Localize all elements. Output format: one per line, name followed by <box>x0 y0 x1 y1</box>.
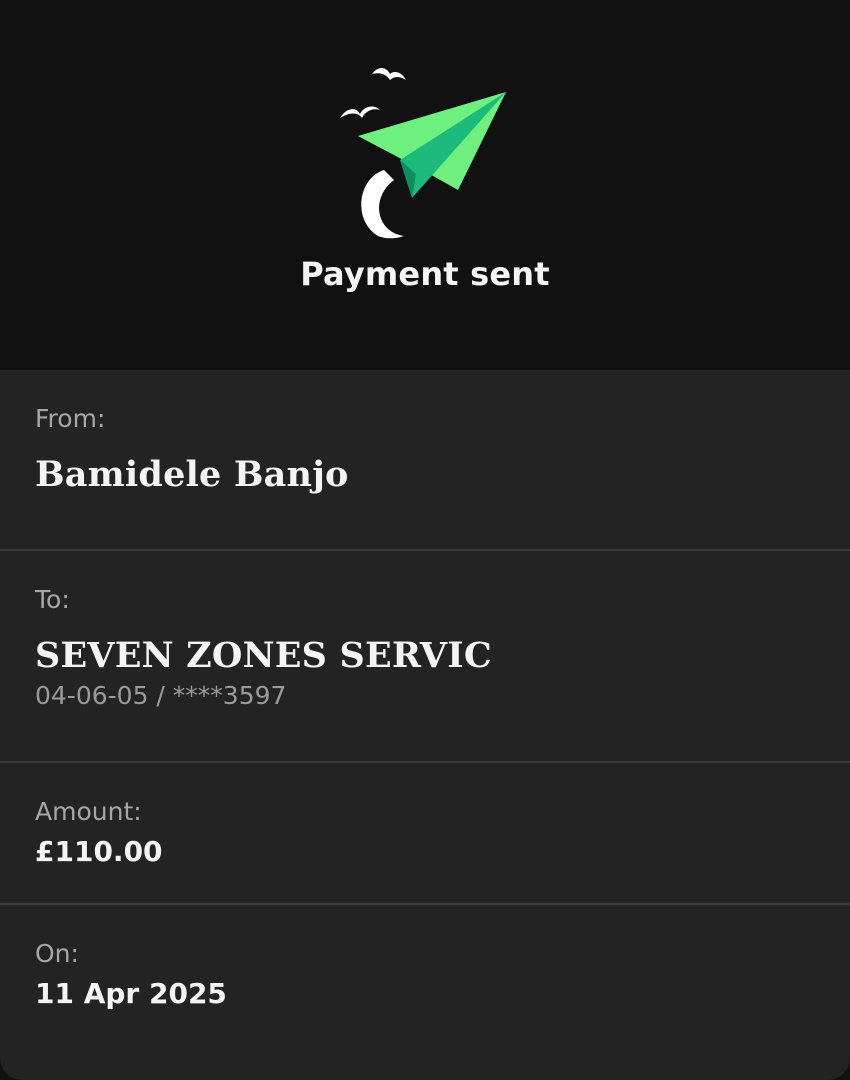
sender-name: Bamidele Banjo <box>35 454 349 495</box>
payment-header: Payment sent <box>0 0 850 370</box>
recipient-name: SEVEN ZONES SERVIC <box>35 635 492 676</box>
date-section: On: 11 Apr 2025 <box>0 905 850 1080</box>
amount-value: £110.00 <box>35 835 163 868</box>
to-section: To: SEVEN ZONES SERVIC 04-06-05 / ****35… <box>0 551 850 763</box>
from-label: From: <box>35 404 106 433</box>
to-label: To: <box>35 585 70 614</box>
paper-plane-icon <box>340 68 506 239</box>
amount-label: Amount: <box>35 797 142 826</box>
recipient-account: 04-06-05 / ****3597 <box>35 681 287 710</box>
on-label: On: <box>35 939 79 968</box>
payment-date: 11 Apr 2025 <box>35 977 227 1010</box>
payment-details-card: From: Bamidele Banjo To: SEVEN ZONES SER… <box>0 370 850 1080</box>
page-title: Payment sent <box>300 255 550 293</box>
from-section: From: Bamidele Banjo <box>0 370 850 551</box>
amount-section: Amount: £110.00 <box>0 763 850 905</box>
